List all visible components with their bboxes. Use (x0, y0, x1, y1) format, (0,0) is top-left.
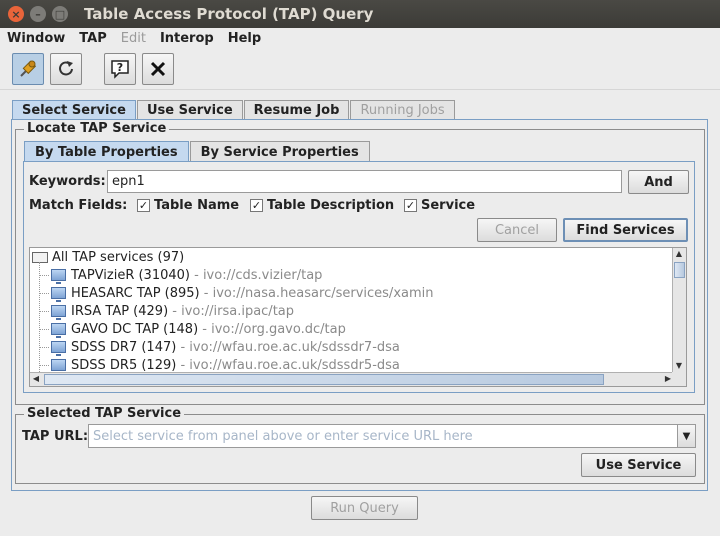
match-service-checkbox[interactable]: ✓ Service (404, 198, 475, 213)
help-button[interactable]: ? (104, 52, 136, 85)
minimize-icon: – (35, 7, 41, 21)
menu-edit[interactable]: Edit (114, 31, 153, 46)
service-id: - ivo://wfau.roe.ac.uk/sdssdr7-dsa (180, 339, 400, 355)
menu-help[interactable]: Help (221, 31, 268, 46)
checkbox-box: ✓ (404, 199, 417, 212)
menu-interop[interactable]: Interop (153, 31, 221, 46)
menubar: Window TAP Edit Interop Help (0, 28, 720, 48)
close-icon (150, 61, 166, 76)
run-query-button[interactable]: Run Query (311, 496, 418, 520)
window-maximize-button[interactable]: □ (52, 6, 68, 22)
tree-root-label: All TAP services (97) (52, 249, 185, 265)
tree-item[interactable]: TAPVizieR (31040) - ivo://cds.vizier/tap (51, 266, 322, 284)
close-icon: × (11, 7, 21, 21)
checkbox-box: ✓ (250, 199, 263, 212)
svg-text:?: ? (117, 61, 123, 74)
scroll-thumb[interactable] (674, 262, 685, 278)
locate-subtabs: By Table Properties By Service Propertie… (24, 141, 371, 162)
scroll-down-icon[interactable]: ▼ (673, 360, 685, 372)
scroll-left-icon[interactable]: ◀ (30, 373, 42, 385)
menu-tap[interactable]: TAP (72, 31, 113, 46)
match-table-description-label: Table Description (267, 198, 395, 213)
use-service-button[interactable]: Use Service (581, 453, 696, 477)
match-table-name-checkbox[interactable]: ✓ Table Name (137, 198, 239, 213)
service-id: - ivo://wfau.roe.ac.uk/sdssdr5-dsa (180, 357, 400, 373)
service-id: - ivo://irsa.ipac/tap (172, 303, 295, 319)
help-bubble-icon: ? (111, 59, 129, 79)
service-icon (51, 269, 66, 284)
match-fields-label: Match Fields: (29, 198, 128, 213)
service-icon (51, 341, 66, 356)
keywords-input[interactable] (107, 170, 622, 193)
tree-vertical-scrollbar[interactable]: ▲ ▼ (672, 248, 686, 372)
tap-url-input[interactable] (89, 425, 677, 447)
push-pin-icon (20, 60, 37, 77)
service-icon (51, 323, 66, 338)
service-id: - ivo://nasa.heasarc/services/xamin (203, 285, 434, 301)
tab-use-service[interactable]: Use Service (136, 100, 243, 120)
selected-service-title: Selected TAP Service (24, 406, 185, 422)
toolbar: ? (0, 48, 720, 90)
tree-horizontal-scrollbar[interactable]: ◀ ▶ (30, 372, 674, 386)
match-service-label: Service (421, 198, 476, 213)
window-titlebar: × – □ Table Access Protocol (TAP) Query (0, 0, 720, 28)
service-id: - ivo://cds.vizier/tap (194, 267, 323, 283)
service-id: - ivo://org.gavo.dc/tap (202, 321, 346, 337)
reload-icon (59, 60, 73, 75)
service-icon (51, 305, 66, 320)
tap-url-combo[interactable]: ▼ (88, 424, 696, 448)
tap-url-label: TAP URL: (22, 429, 89, 444)
window-minimize-button[interactable]: – (30, 6, 46, 22)
tree-item[interactable]: IRSA TAP (429) - ivo://irsa.ipac/tap (51, 302, 294, 320)
window-title: Table Access Protocol (TAP) Query (84, 5, 374, 23)
service-name: HEASARC TAP (895) (71, 285, 200, 301)
keywords-label: Keywords: (29, 174, 106, 189)
match-table-description-checkbox[interactable]: ✓ Table Description (250, 198, 394, 213)
chevron-down-icon[interactable]: ▼ (677, 425, 695, 447)
reload-button[interactable] (50, 52, 82, 85)
tab-select-service[interactable]: Select Service (12, 100, 136, 120)
service-name: IRSA TAP (429) (71, 303, 169, 319)
window-close-button[interactable]: × (8, 6, 24, 22)
service-name: TAPVizieR (31040) (71, 267, 190, 283)
service-name: GAVO DC TAP (148) (71, 321, 199, 337)
tab-by-service-properties[interactable]: By Service Properties (189, 141, 370, 162)
service-name: SDSS DR7 (147) (71, 339, 177, 355)
scroll-thumb[interactable] (44, 374, 604, 385)
service-icon (51, 287, 66, 302)
tree-item[interactable]: HEASARC TAP (895) - ivo://nasa.heasarc/s… (51, 284, 434, 302)
tree-root[interactable]: All TAP services (97) (32, 248, 184, 266)
pin-window-button[interactable] (12, 52, 44, 85)
menu-window[interactable]: Window (0, 31, 72, 46)
tab-running-jobs[interactable]: Running Jobs (350, 100, 455, 120)
main-tabs: Select Service Use Service Resume Job Ru… (12, 100, 456, 120)
tab-by-table-properties[interactable]: By Table Properties (24, 141, 189, 162)
service-icon (51, 359, 66, 374)
cancel-button[interactable]: Cancel (477, 218, 557, 242)
folder-icon (32, 251, 48, 263)
service-tree[interactable]: All TAP services (97) TAPVizieR (31040) … (29, 247, 687, 387)
match-table-name-label: Table Name (154, 198, 240, 213)
tree-item[interactable]: GAVO DC TAP (148) - ivo://org.gavo.dc/ta… (51, 320, 346, 338)
tab-resume-job[interactable]: Resume Job (243, 100, 350, 120)
close-window-button[interactable] (142, 52, 174, 85)
tree-item[interactable]: SDSS DR7 (147) - ivo://wfau.roe.ac.uk/sd… (51, 338, 400, 356)
scroll-up-icon[interactable]: ▲ (673, 248, 685, 260)
and-button[interactable]: And (628, 170, 689, 194)
locate-service-title: Locate TAP Service (24, 121, 170, 137)
find-services-button[interactable]: Find Services (563, 218, 688, 242)
service-name: SDSS DR5 (129) (71, 357, 177, 373)
checkbox-box: ✓ (137, 199, 150, 212)
maximize-icon: □ (54, 7, 66, 21)
